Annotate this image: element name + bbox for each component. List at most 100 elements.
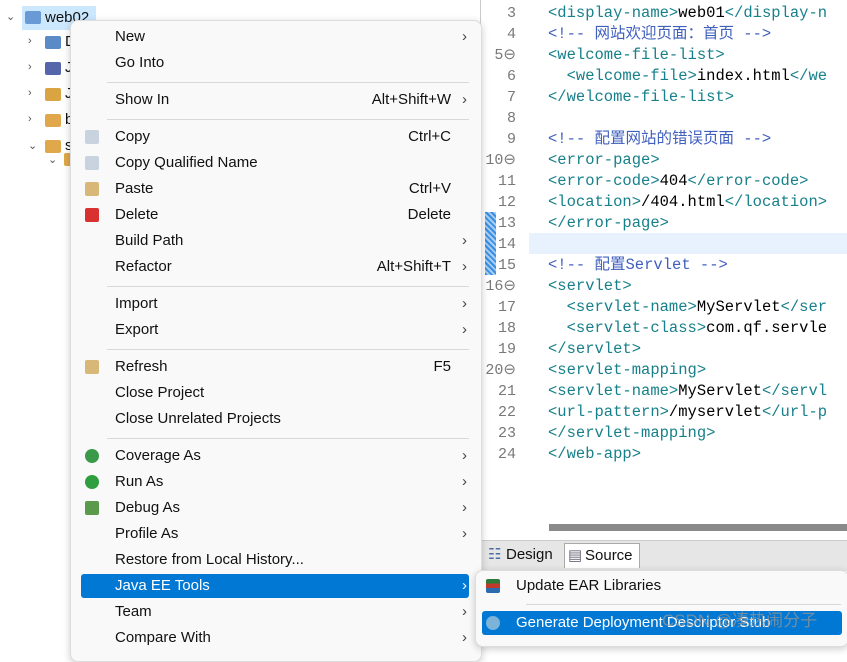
chevron-right-icon: ›: [462, 629, 467, 646]
code-line[interactable]: <servlet-name>MyServlet</ser: [548, 297, 827, 318]
watermark: CSDN @凑热闹分子: [662, 611, 818, 630]
menu-item-compare-with[interactable]: Compare With ›: [81, 626, 469, 650]
code-token: MyServlet: [696, 298, 781, 316]
menu-item-import[interactable]: Import ›: [81, 292, 469, 316]
chevron-right-icon: ›: [462, 603, 467, 620]
horizontal-scrollbar[interactable]: [549, 524, 847, 531]
chevron-right-icon: ›: [462, 232, 467, 249]
code-token: index.html: [696, 67, 790, 85]
separator: [107, 82, 469, 83]
menu-item-label: Import: [115, 295, 158, 312]
menu-item-update-ear-libraries[interactable]: Update EAR Libraries: [482, 574, 842, 598]
code-line[interactable]: <servlet-name>MyServlet</servl: [548, 381, 827, 402]
menu-item-label: Team: [115, 603, 152, 620]
line-number: 17: [497, 299, 516, 316]
line-number: 3: [506, 5, 516, 22]
code-token: </ser: [780, 298, 828, 316]
menu-item-refresh[interactable]: Refresh F5: [81, 355, 469, 379]
chevron-icon[interactable]: ⌄: [28, 139, 37, 152]
menu-item-build-path[interactable]: Build Path ›: [81, 229, 469, 253]
code-line[interactable]: </welcome-file-list>: [548, 87, 734, 108]
code-token: </servlet-mapping>: [548, 424, 716, 442]
menu-item-label: Debug As: [115, 499, 181, 516]
menu-item-show-in[interactable]: Show In Alt+Shift+W ›: [81, 88, 469, 112]
code-line[interactable]: <!-- 配置Servlet -->: [548, 255, 728, 276]
menu-item-new[interactable]: New ›: [81, 25, 469, 49]
code-line[interactable]: <servlet-mapping>: [548, 360, 706, 381]
menu-item-label: Restore from Local History...: [115, 551, 304, 568]
menu-item-refactor[interactable]: Refactor Alt+Shift+T ›: [81, 255, 469, 279]
menu-item-label: Coverage As: [115, 447, 201, 464]
code-line[interactable]: <!-- 配置网站的错误页面 -->: [548, 129, 771, 150]
code-line[interactable]: </error-page>: [548, 213, 669, 234]
tab-design[interactable]: ☷ Design: [486, 543, 553, 567]
menu-item-label: Paste: [115, 180, 154, 197]
menu-item-label: Close Unrelated Projects: [115, 410, 281, 427]
menu-item-profile-as[interactable]: Profile As ›: [81, 522, 469, 546]
chevron-down-icon[interactable]: ⌄: [6, 10, 15, 23]
line-number: 6: [506, 68, 516, 85]
code-token: </servl: [761, 382, 828, 400]
code-token: /myservlet: [668, 403, 762, 421]
menu-item-go-into[interactable]: Go Into: [81, 51, 469, 75]
line-number: 10⊖: [485, 152, 516, 169]
code-token: 404: [659, 172, 688, 190]
tree-node-icon: [45, 62, 61, 75]
line-number: 4: [506, 26, 516, 43]
line-number: 12: [497, 194, 516, 211]
code-line[interactable]: <welcome-file>index.html</we: [548, 66, 827, 87]
menu-item-paste[interactable]: Paste Ctrl+V: [81, 177, 469, 201]
code-line[interactable]: <display-name>web01</display-n: [548, 3, 827, 24]
code-line[interactable]: <error-code>404</error-code>: [548, 171, 808, 192]
line-number: 19: [497, 341, 516, 358]
menu-item-export[interactable]: Export ›: [81, 318, 469, 342]
line-number: 23: [497, 425, 516, 442]
code-token: <servlet-name>: [566, 298, 697, 316]
chevron-icon[interactable]: ›: [28, 113, 32, 125]
chevron-icon[interactable]: ›: [28, 35, 32, 47]
code-token: <!-- 网站欢迎页面：首页 -->: [548, 25, 772, 43]
code-line[interactable]: </servlet>: [548, 339, 641, 360]
line-number: 13: [497, 215, 516, 232]
code-token: <error-page>: [548, 151, 660, 169]
code-token: <location>: [548, 193, 642, 211]
code-line[interactable]: <servlet>: [548, 276, 632, 297]
code-line[interactable]: <url-pattern>/myservlet</url-p: [548, 402, 827, 423]
menu-item-copy[interactable]: Copy Ctrl+C: [81, 125, 469, 149]
menu-item-team[interactable]: Team ›: [81, 600, 469, 624]
code-line[interactable]: </servlet-mapping>: [548, 423, 715, 444]
code-token: <error-code>: [548, 172, 660, 190]
menu-item-delete[interactable]: Delete Delete: [81, 203, 469, 227]
menu-item-label: Update EAR Libraries: [516, 577, 662, 594]
menu-item-copy-qualified-name[interactable]: Copy Qualified Name: [81, 151, 469, 175]
code-line[interactable]: <servlet-class>com.qf.servle: [548, 318, 827, 339]
code-line[interactable]: <location>/404.html</location>: [548, 192, 827, 213]
code-line[interactable]: <welcome-file-list>: [548, 45, 725, 66]
menu-item-restore-from-local-history[interactable]: Restore from Local History...: [81, 548, 469, 572]
code-token: <!-- 配置Servlet -->: [548, 256, 728, 274]
chevron-icon[interactable]: ›: [28, 61, 32, 73]
menu-item-label: Copy: [115, 128, 151, 145]
chevron-right-icon: ›: [462, 447, 467, 464]
menu-item-close-unrelated-projects[interactable]: Close Unrelated Projects: [81, 407, 469, 431]
menu-item-label: Build Path: [115, 232, 184, 249]
menu-item-coverage-as[interactable]: Coverage As ›: [81, 444, 469, 468]
code-line[interactable]: <error-page>: [548, 150, 660, 171]
chevron-down-icon[interactable]: ⌄: [48, 153, 57, 166]
line-number: 15: [497, 257, 516, 274]
coverage-icon: [85, 449, 99, 463]
separator: [107, 119, 469, 120]
menu-item-debug-as[interactable]: Debug As ›: [81, 496, 469, 520]
code-line[interactable]: </web-app>: [548, 444, 641, 465]
code-token: </location>: [724, 193, 828, 211]
menu-item-run-as[interactable]: Run As ›: [81, 470, 469, 494]
code-line[interactable]: <!-- 网站欢迎页面：首页 -->: [548, 24, 771, 45]
menu-item-close-project[interactable]: Close Project: [81, 381, 469, 405]
line-number: 16⊖: [485, 278, 516, 295]
menu-item-java-ee-tools[interactable]: Java EE Tools ›: [81, 574, 469, 598]
tab-source[interactable]: ▤ Source: [564, 543, 640, 568]
code-token: <servlet-name>: [548, 382, 679, 400]
separator: [107, 349, 469, 350]
chevron-icon[interactable]: ›: [28, 87, 32, 99]
